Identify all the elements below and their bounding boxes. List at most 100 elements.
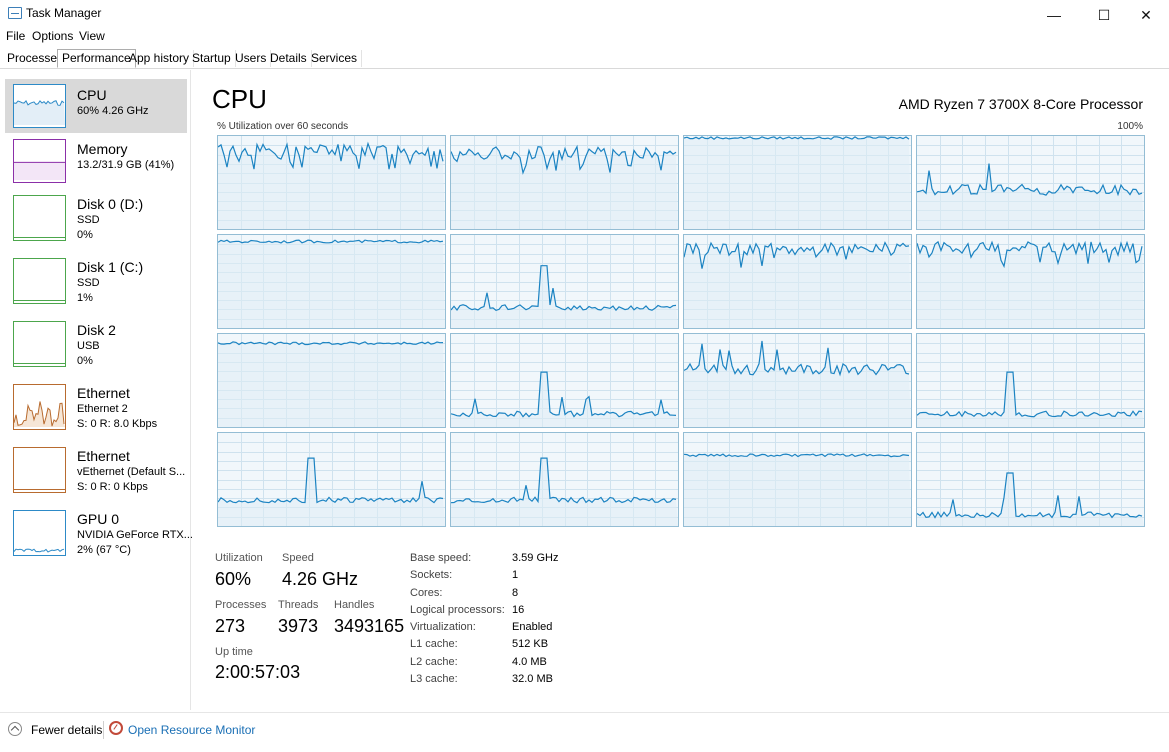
processes-label: Processes: [215, 599, 267, 611]
core-graph-4: [217, 234, 446, 329]
menu-file[interactable]: File: [6, 29, 25, 43]
sidebar-item-detail: 60% 4.26 GHz: [77, 105, 149, 117]
spec-value: 32.0 MB: [512, 673, 553, 685]
sidebar-item-ethernet-2[interactable]: Ethernet Ethernet 2 S: 0 R: 8.0 Kbps: [5, 380, 187, 436]
uptime-value: 2:00:57:03: [215, 662, 301, 682]
processes-value: 273: [215, 616, 246, 636]
tab-services[interactable]: Services: [307, 50, 363, 67]
gpu-thumbnail-graph: [13, 510, 66, 556]
resource-monitor-icon[interactable]: [109, 721, 123, 735]
window-title: Task Manager: [26, 6, 102, 20]
menu-bar: File Options View: [0, 28, 1169, 46]
sidebar-item-title: CPU: [77, 87, 107, 103]
core-graph-15: [916, 432, 1145, 527]
tab-app-history[interactable]: App history: [125, 50, 195, 67]
close-button[interactable]: ✕: [1123, 0, 1169, 30]
page-title: CPU: [212, 84, 267, 114]
spec-label: Base speed:: [410, 552, 472, 564]
graph-caption: % Utilization over 60 seconds: [217, 121, 349, 132]
spec-label: Virtualization:: [410, 621, 476, 633]
task-manager-icon: [8, 7, 22, 19]
core-graph-7: [916, 234, 1145, 329]
footer-bar: Fewer details Open Resource Monitor: [0, 712, 1169, 752]
core-usage-area: [218, 341, 445, 427]
graph-max-label: 100%: [1117, 121, 1143, 132]
handles-value: 3493165: [334, 616, 405, 636]
tab-performance[interactable]: Performance: [57, 49, 136, 68]
sidebar-item-disk-1[interactable]: Disk 1 (C:) SSD 1%: [5, 254, 187, 310]
spec-label: L3 cache:: [410, 673, 458, 685]
utilization-label: Utilization: [215, 552, 263, 564]
fewer-details-button[interactable]: Fewer details: [31, 723, 102, 737]
utilization-value: 60%: [215, 569, 252, 589]
sidebar-item-detail: S: 0 R: 8.0 Kbps: [77, 418, 158, 430]
spec-label: L2 cache:: [410, 656, 458, 668]
core-graph-1: [450, 135, 679, 230]
sidebar-item-detail: 2% (67 °C): [77, 544, 131, 556]
core-usage-line: [684, 340, 910, 377]
sidebar-item-detail: Ethernet 2: [77, 403, 128, 415]
uptime-label: Up time: [215, 646, 253, 658]
core-usage-area: [684, 453, 911, 526]
core-usage-area: [684, 136, 911, 229]
sidebar-item-title: Memory: [77, 141, 128, 157]
sidebar-item-disk-2[interactable]: Disk 2 USB 0%: [5, 317, 187, 373]
spec-value: 3.59 GHz: [512, 552, 559, 564]
sidebar-item-detail: USB: [77, 340, 100, 352]
handles-label: Handles: [334, 599, 375, 611]
sidebar-item-vethernet[interactable]: Ethernet vEthernet (Default S... S: 0 R:…: [5, 443, 187, 499]
sidebar-item-detail: 0%: [77, 229, 93, 241]
spec-value: 1: [512, 569, 519, 581]
sidebar-item-title: Ethernet: [77, 385, 130, 401]
sidebar-item-title: Disk 0 (D:): [77, 196, 144, 212]
core-usage-area: [218, 240, 445, 328]
core-graph-0: [217, 135, 446, 230]
sidebar-item-cpu[interactable]: CPU 60% 4.26 GHz: [5, 79, 187, 133]
spec-label: Sockets:: [410, 569, 453, 581]
sidebar-item-detail: 13.2/31.9 GB (41%): [77, 159, 175, 171]
tab-strip: Processes Performance App history Startu…: [0, 48, 1169, 69]
core-graph-8: [217, 333, 446, 428]
core-usage-line: [917, 371, 1143, 418]
core-usage-area: [451, 458, 678, 526]
speed-label: Speed: [282, 552, 314, 564]
core-graph-9: [450, 333, 679, 428]
sidebar-item-detail: SSD: [77, 277, 100, 289]
sidebar-item-memory[interactable]: Memory 13.2/31.9 GB (41%): [5, 134, 187, 184]
sidebar-item-detail: NVIDIA GeForce RTX...: [77, 529, 193, 541]
open-resource-monitor-link[interactable]: Open Resource Monitor: [128, 723, 255, 737]
sidebar-item-detail: SSD: [77, 214, 100, 226]
ethernet-2-thumbnail-graph: [13, 384, 66, 430]
sidebar-item-disk-0[interactable]: Disk 0 (D:) SSD 0%: [5, 191, 187, 247]
spec-label: L1 cache:: [410, 638, 458, 650]
sidebar-item-detail: vEthernet (Default S...: [77, 466, 186, 478]
disk-0-thumbnail-graph: [13, 195, 66, 241]
tab-details[interactable]: Details: [266, 50, 312, 67]
sidebar-item-title: GPU 0: [77, 511, 120, 527]
title-bar: Task Manager — ☐ ✕: [0, 0, 1169, 30]
sidebar-item-gpu-0[interactable]: GPU 0 NVIDIA GeForce RTX... 2% (67 °C): [5, 506, 193, 562]
spec-value: 8: [512, 587, 519, 599]
threads-value: 3973: [278, 616, 319, 636]
chevron-up-icon[interactable]: [8, 722, 22, 736]
tab-startup[interactable]: Startup: [188, 50, 236, 67]
spec-label: Cores:: [410, 587, 443, 599]
core-graph-11: [916, 333, 1145, 428]
minimize-button[interactable]: —: [1031, 0, 1077, 30]
sidebar-item-title: Disk 2: [77, 322, 116, 338]
thumbnail-line: [14, 548, 65, 553]
disk-1-thumbnail-graph: [13, 258, 66, 304]
sidebar-item-detail: S: 0 R: 0 Kbps: [77, 481, 148, 493]
core-usage-area: [684, 242, 911, 328]
core-graph-3: [916, 135, 1145, 230]
core-graph-14: [683, 432, 912, 527]
core-usage-area: [451, 265, 678, 328]
menu-view[interactable]: View: [79, 29, 105, 43]
sidebar-item-detail: 0%: [77, 355, 93, 367]
maximize-button[interactable]: ☐: [1081, 0, 1127, 30]
menu-options[interactable]: Options: [32, 29, 73, 43]
memory-thumbnail-graph: [13, 139, 66, 183]
footer-divider: [103, 721, 104, 739]
spec-label: Logical processors:: [410, 604, 505, 616]
core-usage-area: [218, 458, 445, 526]
